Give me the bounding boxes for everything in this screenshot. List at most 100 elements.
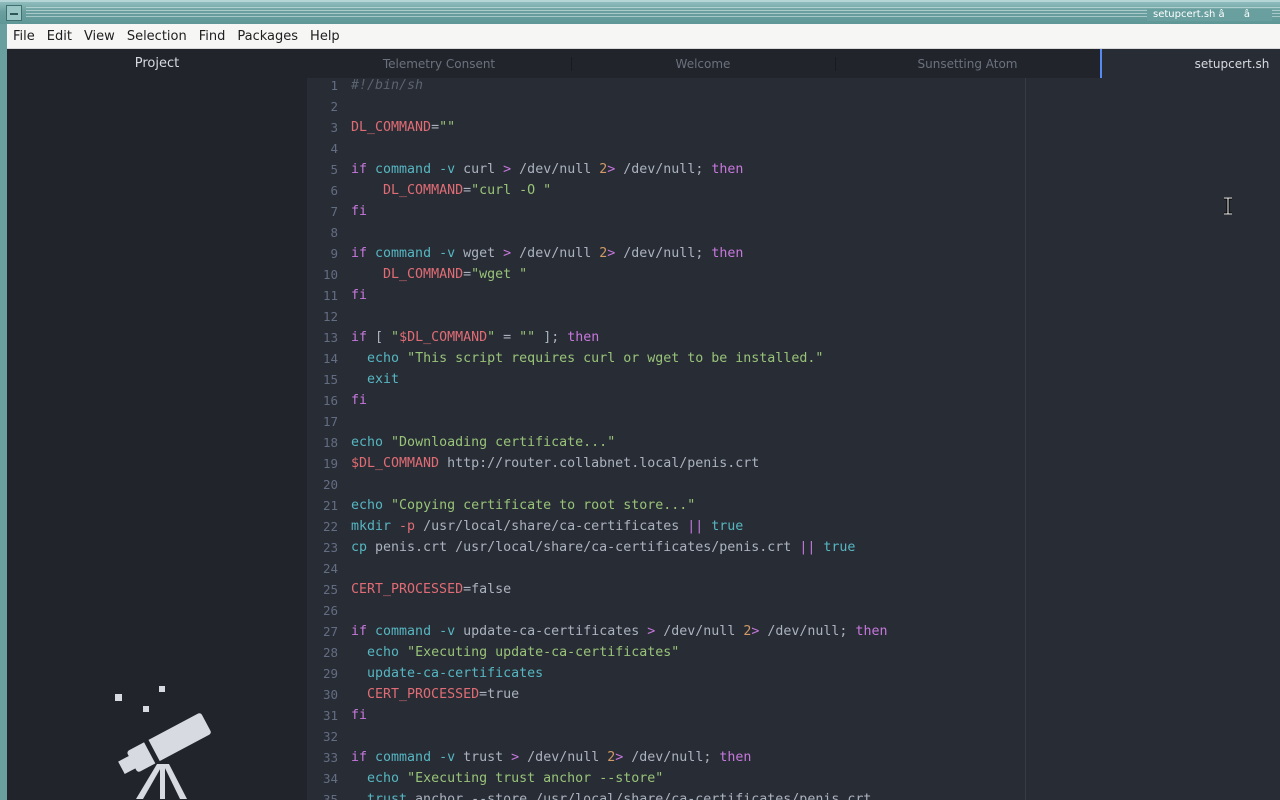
- code-line[interactable]: [351, 729, 1251, 750]
- line-number: 29: [322, 666, 338, 681]
- window-titlebar[interactable]: setupcert.sh â â: [0, 0, 1280, 24]
- code-line[interactable]: [351, 414, 1251, 435]
- code-token: =true: [479, 687, 520, 702]
- tree-view-panel[interactable]: Project: [7, 49, 307, 800]
- code-line[interactable]: echo "This script requires curl or wget …: [351, 351, 1251, 372]
- code-line[interactable]: cp penis.crt /usr/local/share/ca-certifi…: [351, 540, 1251, 561]
- line-number: 18: [322, 435, 338, 450]
- code-token: trust: [367, 792, 408, 800]
- line-number: 9: [330, 246, 338, 261]
- code-line[interactable]: CERT_PROCESSED=true: [351, 687, 1251, 708]
- code-line[interactable]: DL_COMMAND="curl -O ": [351, 183, 1251, 204]
- code-line[interactable]: $DL_COMMAND http://router.collabnet.loca…: [351, 456, 1251, 477]
- code-token: fi: [351, 204, 368, 219]
- code-line[interactable]: [351, 561, 1251, 582]
- code-line[interactable]: CERT_PROCESSED=false: [351, 582, 1251, 603]
- code-line[interactable]: if command -v update-ca-certificates > /…: [351, 624, 1251, 645]
- line-number: 10: [322, 267, 338, 282]
- code-token: =: [495, 330, 520, 345]
- code-line[interactable]: fi: [351, 204, 1251, 225]
- code-line[interactable]: mkdir -p /usr/local/share/ca-certificate…: [351, 519, 1251, 540]
- code-token: command: [375, 162, 432, 177]
- code-token: if: [351, 330, 368, 345]
- code-line[interactable]: #!/bin/sh: [351, 78, 1251, 99]
- menu-help[interactable]: Help: [304, 29, 346, 44]
- code-token: >: [503, 246, 512, 261]
- code-token: /dev/null: [519, 750, 608, 765]
- code-token: "curl -O ": [471, 183, 552, 198]
- code-line[interactable]: fi: [351, 288, 1251, 309]
- tab-sunsetting-atom[interactable]: Sunsetting Atom: [835, 49, 1100, 78]
- code-lines[interactable]: #!/bin/sh DL_COMMAND="" if command -v curl…: [351, 78, 1251, 800]
- code-token: echo: [367, 351, 400, 366]
- code-line[interactable]: [351, 99, 1251, 120]
- code-line[interactable]: trust anchor --store /usr/local/share/ca…: [351, 792, 1251, 800]
- telescope-icon: [115, 686, 211, 799]
- code-token: curl: [455, 162, 504, 177]
- code-line[interactable]: [351, 141, 1251, 162]
- code-token: update-ca-certificates: [367, 666, 544, 681]
- code-token: "Executing trust anchor --store": [407, 771, 664, 786]
- code-line[interactable]: [351, 603, 1251, 624]
- code-token: "": [439, 120, 456, 135]
- code-line[interactable]: [351, 225, 1251, 246]
- code-line[interactable]: if command -v wget > /dev/null 2> /dev/n…: [351, 246, 1251, 267]
- code-token: /dev/null;: [623, 750, 720, 765]
- code-line[interactable]: fi: [351, 393, 1251, 414]
- code-token: "": [519, 330, 536, 345]
- menu-packages[interactable]: Packages: [231, 29, 304, 44]
- line-number: 27: [322, 624, 338, 639]
- tab-welcome[interactable]: Welcome: [571, 49, 835, 78]
- tree-view-header[interactable]: Project: [7, 49, 307, 78]
- line-number: 11: [322, 288, 338, 303]
- menu-view[interactable]: View: [78, 29, 121, 44]
- code-line[interactable]: if [ "$DL_COMMAND" = "" ]; then: [351, 330, 1251, 351]
- code-token: DL_COMMAND: [383, 267, 464, 282]
- code-line[interactable]: exit: [351, 372, 1251, 393]
- line-number: 3: [330, 120, 338, 135]
- menu-file[interactable]: File: [7, 29, 41, 44]
- line-number: 15: [322, 372, 338, 387]
- code-line[interactable]: DL_COMMAND="wget ": [351, 267, 1251, 288]
- code-token: /dev/null: [511, 246, 600, 261]
- code-line[interactable]: if command -v curl > /dev/null 2> /dev/n…: [351, 162, 1251, 183]
- code-token: command: [375, 624, 432, 639]
- code-line[interactable]: DL_COMMAND="": [351, 120, 1251, 141]
- code-line[interactable]: echo "Copying certificate to root store.…: [351, 498, 1251, 519]
- code-line[interactable]: echo "Executing trust anchor --store": [351, 771, 1251, 792]
- code-token: -v: [439, 162, 456, 177]
- code-line[interactable]: if command -v trust > /dev/null 2> /dev/…: [351, 750, 1251, 771]
- window-menu-button[interactable]: [6, 5, 22, 21]
- code-line[interactable]: [351, 477, 1251, 498]
- code-token: =: [463, 183, 472, 198]
- code-line[interactable]: update-ca-certificates: [351, 666, 1251, 687]
- code-token: true: [823, 540, 856, 555]
- line-number: 28: [322, 645, 338, 660]
- tab-telemetry-consent[interactable]: Telemetry Consent: [307, 49, 571, 78]
- line-number: 1: [330, 78, 338, 93]
- code-token: fi: [351, 288, 368, 303]
- code-line[interactable]: echo "Downloading certificate...": [351, 435, 1251, 456]
- code-line[interactable]: fi: [351, 708, 1251, 729]
- code-token: >: [503, 162, 512, 177]
- code-line[interactable]: echo "Executing update-ca-certificates": [351, 645, 1251, 666]
- code-token: update-ca-certificates: [455, 624, 648, 639]
- code-token: /dev/null;: [615, 246, 712, 261]
- code-token: echo: [367, 771, 400, 786]
- code-token: /dev/null: [655, 624, 744, 639]
- text-cursor-icon: [1224, 197, 1232, 215]
- code-token: then: [711, 162, 744, 177]
- code-line[interactable]: [351, 309, 1251, 330]
- code-token: CERT_PROCESSED: [351, 582, 464, 597]
- menu-selection[interactable]: Selection: [121, 29, 193, 44]
- text-editor[interactable]: 1 2 3 4 5 6 7 8 9 10 11 12 13 14 15 16 17 18 19 20 21 22 23 24 2…: [307, 78, 1280, 800]
- code-token: echo: [351, 498, 384, 513]
- menu-edit[interactable]: Edit: [41, 29, 78, 44]
- tab-setupcert-sh[interactable]: setupcert.sh: [1100, 49, 1280, 78]
- line-number: 4: [330, 141, 338, 156]
- menu-find[interactable]: Find: [193, 29, 232, 44]
